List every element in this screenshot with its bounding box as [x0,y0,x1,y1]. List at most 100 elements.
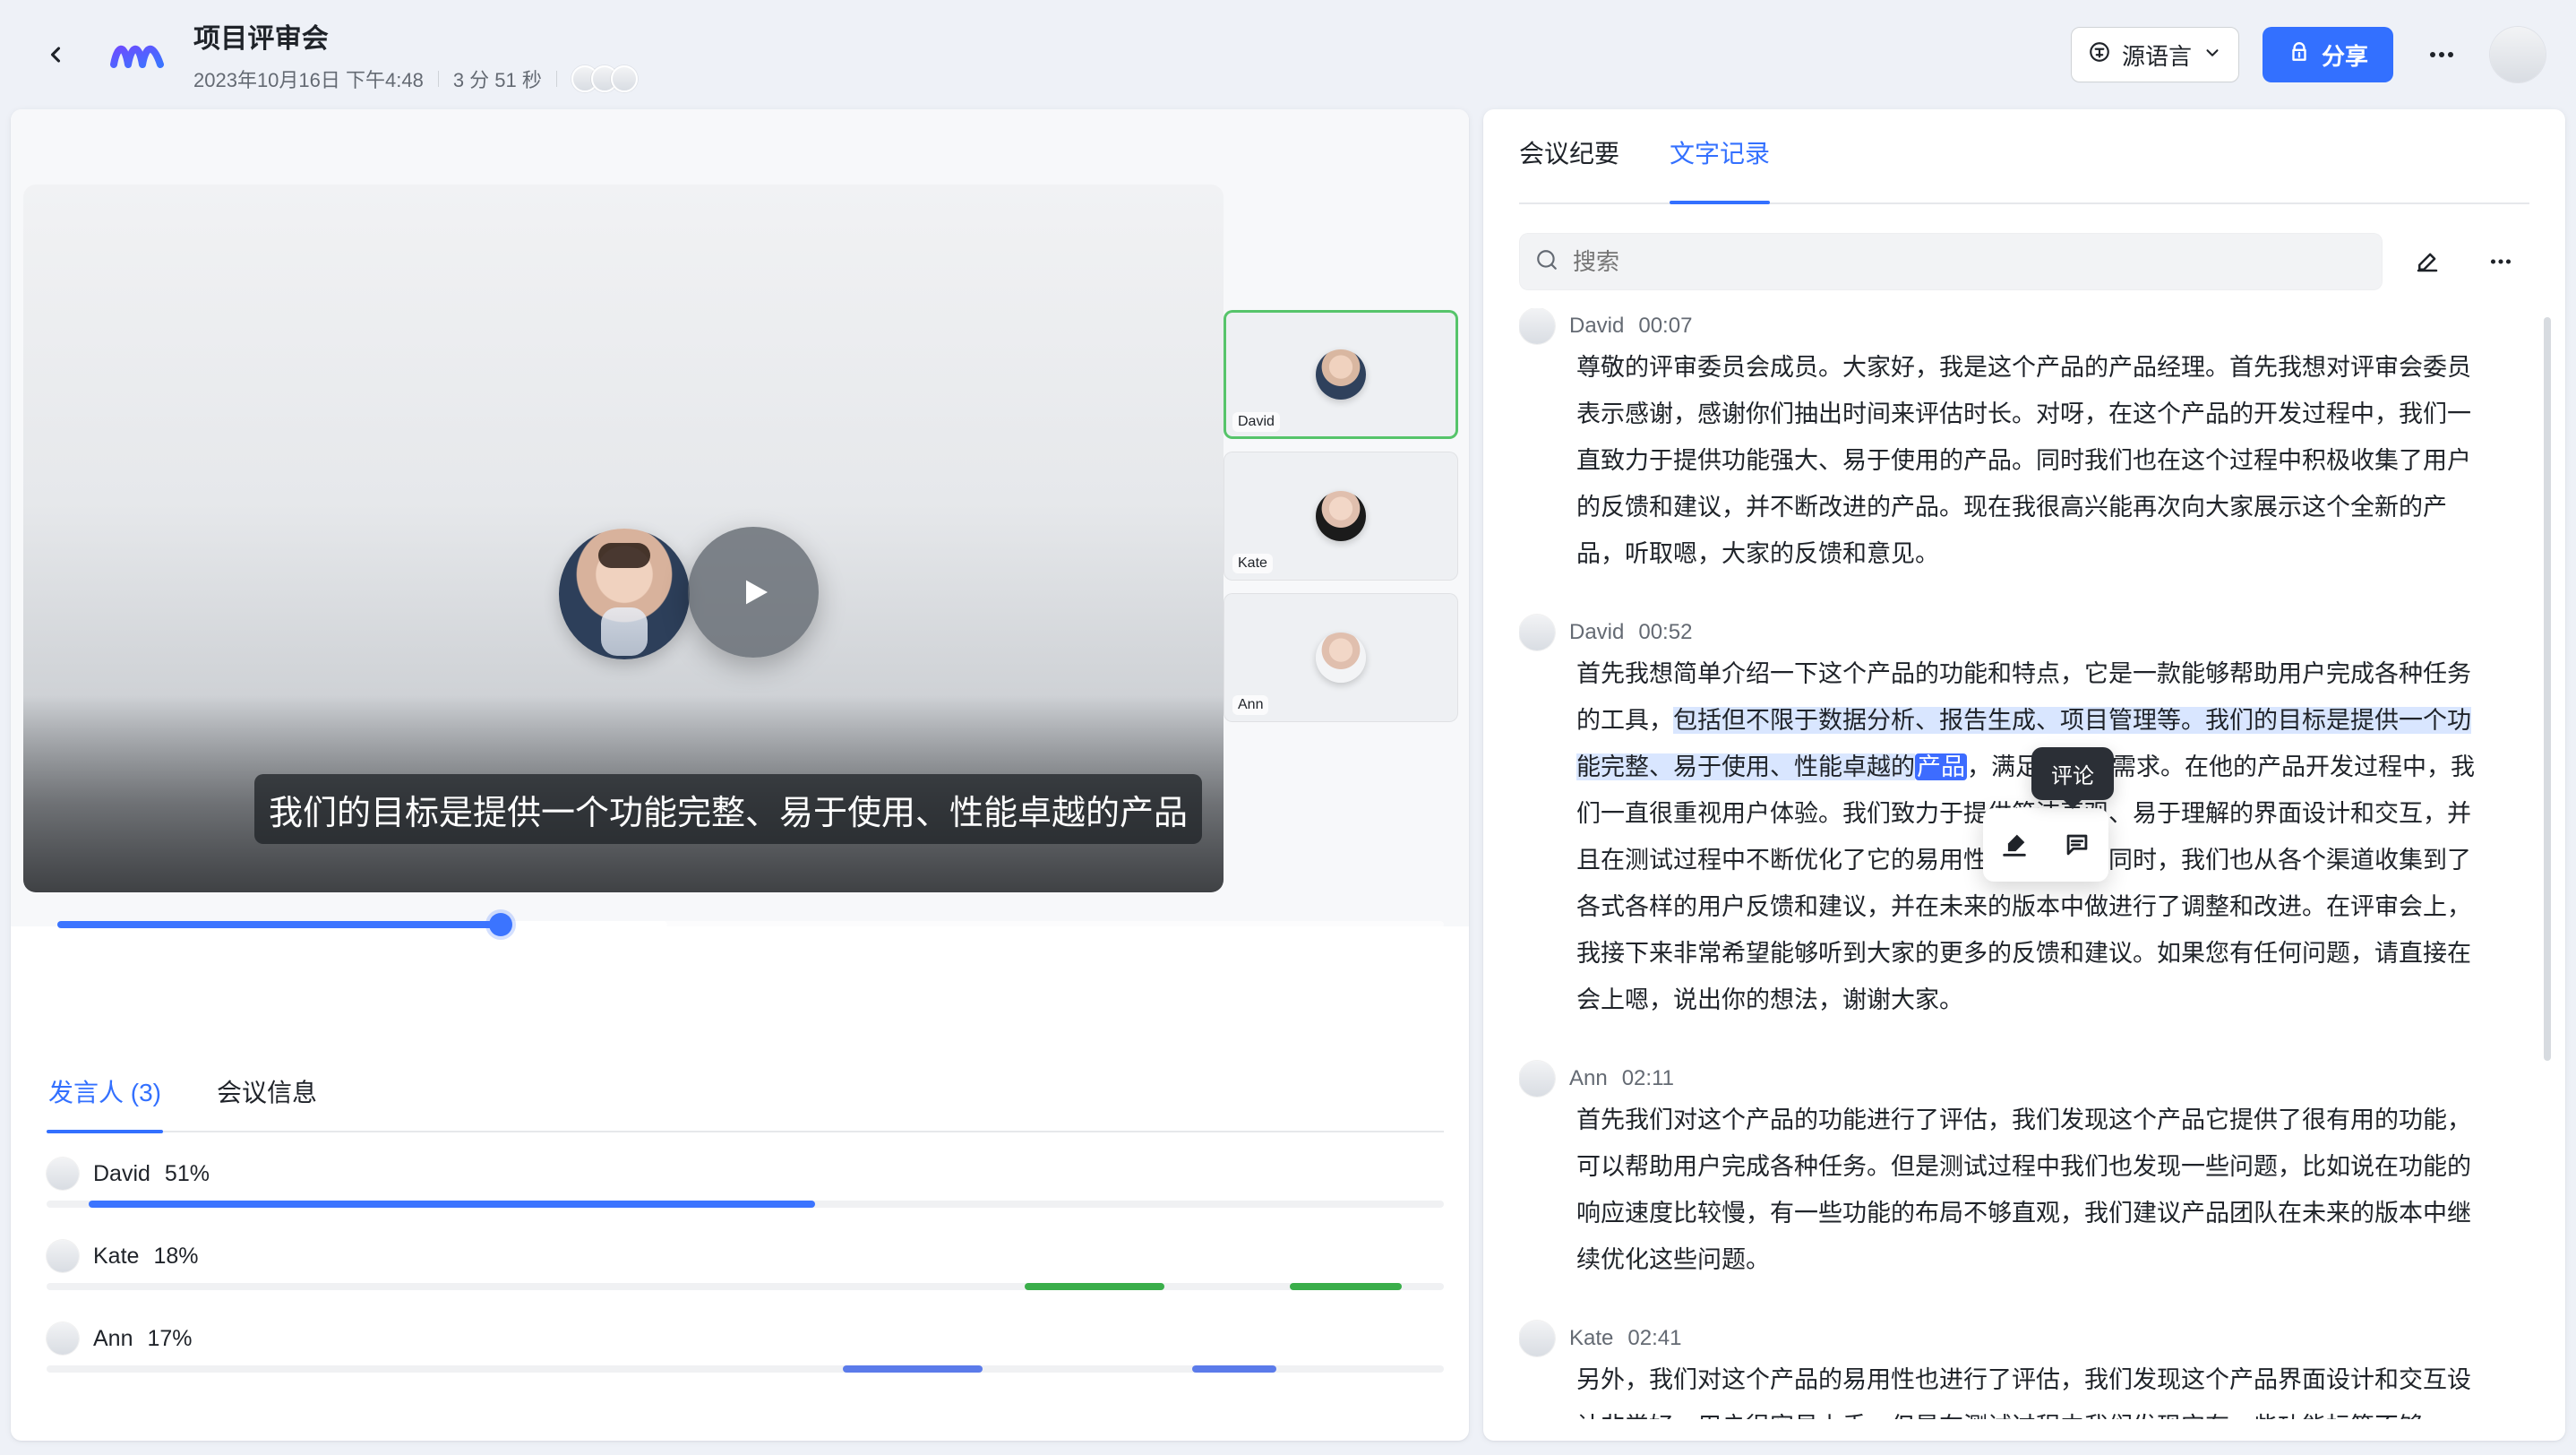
avatar [47,1240,79,1272]
transcript-text-segment: ，满足用户的需求。在他的产品开发过程中，我们一直很重视用户体验。我们致力于提供简… [1576,753,2475,1013]
page-title: 项目评审会 [193,24,329,54]
video-progress[interactable] [57,913,1444,936]
avatar [1519,308,1555,344]
transcript-text[interactable]: 尊敬的评审委员会成员。大家好，我是这个产品的产品经理。首先我想对评审会委员表示感… [1576,344,2486,577]
current-speaker-tag: David [36,932,73,947]
video-subtitle: 我们的目标是提供一个功能完整、易于使用、性能卓越的产品 [254,774,1203,844]
tab-meeting-info[interactable]: 会议信息 [215,1051,319,1132]
transcript-entry[interactable]: Kate 02:41 另外，我们对这个产品的易用性也进行了评估，我们发现这个产品界面… [1519,1321,2529,1419]
speaker-percent: 18% [153,1243,199,1269]
meeting-duration: 3 分 51 秒 [452,69,542,91]
more-button[interactable] [2417,30,2467,80]
comment-button[interactable] [2054,822,2100,868]
video-controls-right: 1x CC [1136,960,1447,1007]
edit-button[interactable] [2399,233,2456,290]
play-pause-button[interactable] [41,960,88,1007]
transcript-entry-header: David 00:07 [1519,308,2529,344]
speaker-timeline-segment [1290,1283,1403,1290]
participant-thumb-ann[interactable]: Ann [1224,593,1458,722]
speaker-stat-row[interactable]: Kate 18% [47,1238,1444,1321]
avatar[interactable] [2490,27,2546,82]
participant-thumb-kate[interactable]: Kate [1224,452,1458,581]
rewind-15-button[interactable]: 15 [127,960,174,1007]
transcript-entry-header: David 00:52 [1519,615,2529,650]
left-tabs: 发言人 (3) 会议信息 [47,1051,1444,1133]
tab-meeting-minutes[interactable]: 会议纪要 [1519,134,1619,186]
search-input[interactable] [1571,246,2366,277]
speaker-stat-header: Ann 17% [47,1321,1444,1356]
participant-thumb-david[interactable]: David [1224,310,1458,439]
speaker-stat-header: David 51% [47,1156,1444,1192]
video-stage[interactable]: 我们的目标是提供一个功能完整、易于使用、性能卓越的产品 [23,185,1224,892]
speaker-timeline-segment [1025,1283,1164,1290]
video-watermark: 3 2023-10-16 16:48:17 [1267,1014,1412,1029]
speaker-timeline-segment [843,1365,983,1373]
chevron-left-icon [50,47,61,63]
transcript-text[interactable]: 另外，我们对这个产品的易用性也进行了评估，我们发现这个产品界面设计和交互设计非常… [1576,1356,2486,1419]
avatar [1316,633,1366,683]
avatar [1316,491,1366,541]
video-more-button[interactable] [1306,960,1352,1007]
video-time: 01:15 / 03:51 [385,969,532,997]
speaker-timeline-segment [88,1201,815,1208]
transcript-speaker: Kate [1569,1326,1614,1350]
speaker-stats-list: David 51% Kate 18% Ann 17% [47,1156,1444,1403]
app-logo [106,30,168,79]
highlight-button[interactable] [1991,822,2038,868]
speaker-name: David [93,1160,150,1186]
top-bar: 项目评审会 2023年10月16日 下午4:48 3 分 51 秒 源语言 分享 [0,0,2576,109]
more-horizontal-icon [1316,980,1343,987]
transcript-more-button[interactable] [2472,233,2529,290]
transcript-toolbar [1519,233,2529,290]
transcript-entry[interactable]: David 00:07 尊敬的评审委员会成员。大家好，我是这个产品的产品经理。首先我… [1519,308,2529,577]
svg-text:15: 15 [228,977,245,993]
avatar [1519,615,1555,650]
right-tabs: 会议纪要 文字记录 [1519,109,2529,204]
speaker-stat-row[interactable]: Ann 17% [47,1321,1444,1403]
transcript-entry[interactable]: Ann 02:11 首先我们对这个产品的功能进行了评估，我们发现这个产品它提供了很有… [1519,1061,2529,1283]
back-button[interactable] [30,30,81,80]
svg-text:15: 15 [142,977,159,993]
playback-speed-button[interactable]: 1x [1136,967,1170,1002]
play-button[interactable] [688,527,819,658]
comment-icon [2066,834,2088,856]
volume-icon [309,974,339,994]
speaker-timeline-track [47,1365,1444,1373]
speaker-timeline-track [47,1283,1444,1290]
source-language-dropdown[interactable]: 源语言 [2070,27,2239,82]
selection-popover [1983,808,2108,882]
scrollbar[interactable] [2544,317,2551,1061]
fullscreen-button[interactable] [1401,960,1447,1007]
participants-mini-avatars[interactable] [571,65,638,92]
avatar [1519,1061,1555,1097]
volume-button[interactable] [299,960,346,1007]
edit-icon [2417,253,2438,272]
rewind-15-icon: 15 [135,969,166,999]
share-icon [2288,40,2311,70]
speaker-timeline-segment [1192,1365,1276,1373]
speaker-portrait [559,529,690,659]
top-right: 源语言 分享 [2070,27,2546,82]
comment-tooltip: 评论 [2031,747,2114,800]
share-button[interactable]: 分享 [2262,27,2393,82]
captions-button[interactable]: CC [1218,969,1258,999]
source-language-label: 源语言 [2121,42,2192,70]
avatar [610,65,638,92]
right-panel: 会议纪要 文字记录 David00:07尊敬的评审委员会成员。大家好，我是 [1483,109,2565,1441]
video-progress-handle[interactable] [489,913,513,936]
speaker-stat-row[interactable]: David 51% [47,1156,1444,1238]
transcript-time: 02:41 [1627,1326,1682,1350]
tab-transcript[interactable]: 文字记录 [1670,134,1771,204]
search-icon [1535,248,1558,276]
participant-name: Kate [1232,554,1273,573]
transcript-search[interactable] [1519,233,2383,290]
transcript-speaker: David [1569,620,1625,644]
tab-speakers[interactable]: 发言人 (3) [47,1051,164,1133]
transcript-text[interactable]: 首先我们对这个产品的功能进行了评估，我们发现这个产品它提供了很有用的功能，可以帮… [1576,1097,2486,1283]
play-icon [58,975,75,993]
forward-15-button[interactable]: 15 [213,960,260,1007]
transcript-text-segment: 产品 [1915,753,1967,780]
transcript-entry-header: Ann 02:11 [1519,1061,2529,1097]
video-controls-left: 15 15 01:15 / 03:51 [41,960,531,1007]
video-played-bar [57,921,502,928]
